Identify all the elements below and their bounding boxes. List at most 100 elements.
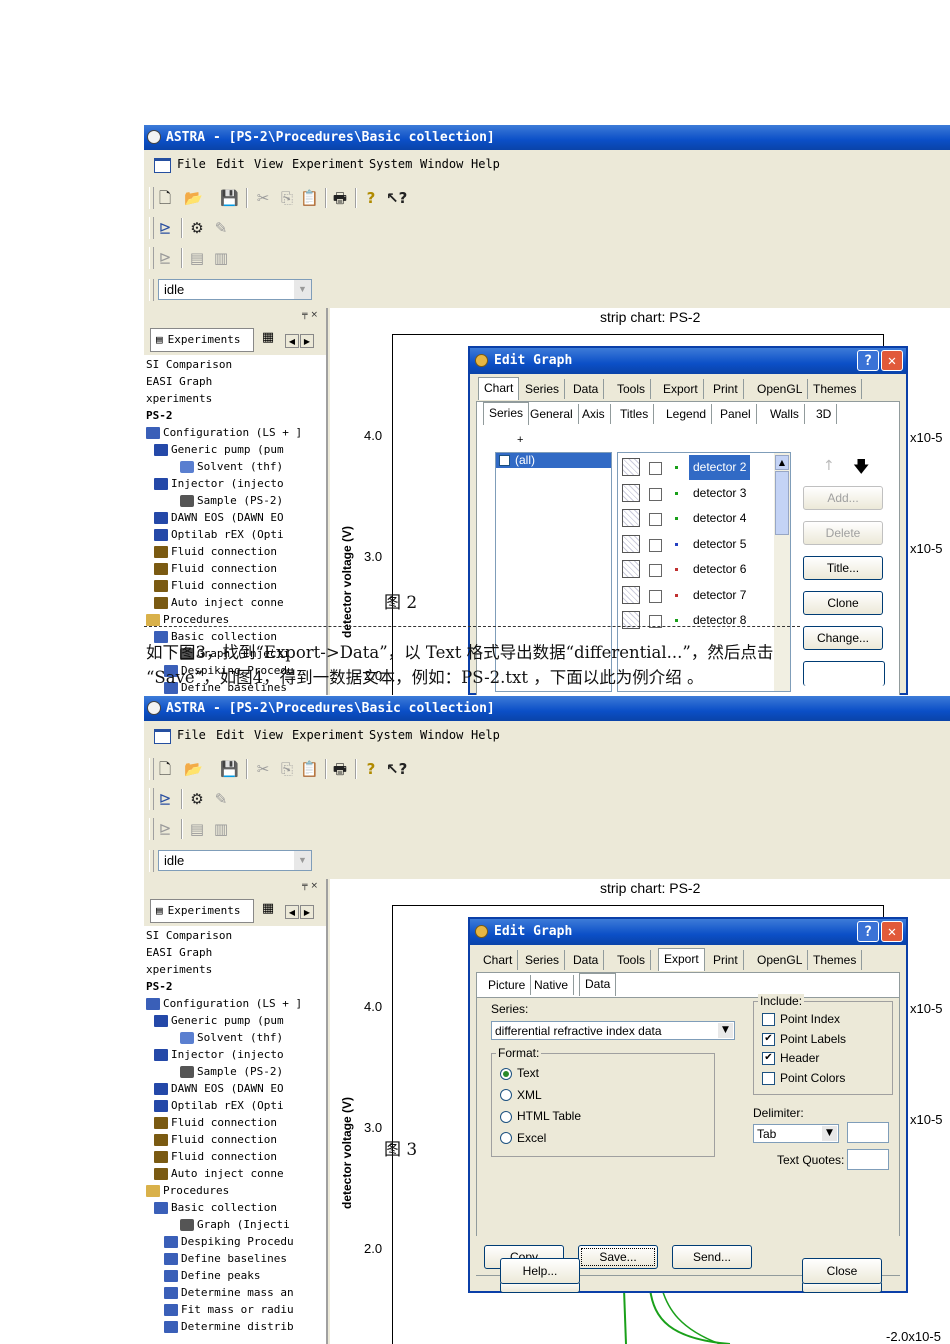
close-button-label[interactable]: Close <box>802 1258 882 1284</box>
delete-button[interactable]: Delete <box>803 521 883 545</box>
scroll-right-icon[interactable]: ▶ <box>300 905 314 919</box>
tree-item[interactable]: Configuration (LS + ] <box>146 995 302 1012</box>
tab-opengl[interactable]: OpenGL <box>752 950 809 970</box>
menu-view[interactable]: View <box>254 157 283 171</box>
tree-item[interactable]: DAWN EOS (DAWN EO <box>154 509 284 526</box>
tree-item[interactable]: Fluid connection <box>154 1148 277 1165</box>
status-combo[interactable]: idle ▼ <box>158 279 312 300</box>
tree-item[interactable]: Generic pump (pum <box>154 441 284 458</box>
configure-icon[interactable]: ⚙ <box>188 790 206 808</box>
tree-item[interactable]: Sample (PS-2) <box>180 492 283 509</box>
tree-item[interactable]: Auto inject conne <box>154 1165 284 1182</box>
context-help-icon[interactable]: ↖? <box>386 760 407 778</box>
include-checkbox-point-labels[interactable]: ✔ Point Labels <box>762 1032 846 1046</box>
series-row[interactable]: detector 4 <box>618 506 772 531</box>
run-icon[interactable]: ⊵ <box>156 790 174 808</box>
help-icon[interactable]: ? <box>362 760 380 778</box>
series-row[interactable]: detector 5 <box>618 532 772 557</box>
help-question-button[interactable]: ? <box>857 350 879 371</box>
paste-icon[interactable]: 📋 <box>300 760 319 778</box>
tab-themes[interactable]: Themes <box>808 950 863 970</box>
menu-edit[interactable]: Edit <box>216 157 245 171</box>
chevron-down-icon[interactable]: ▼ <box>718 1023 733 1038</box>
menu-system[interactable]: System <box>369 728 412 742</box>
edit-icon[interactable]: ✎ <box>212 219 230 237</box>
help-button-label[interactable]: Help... <box>500 1258 580 1284</box>
status-combo[interactable]: idle ▼ <box>158 850 312 871</box>
series-row[interactable]: detector 2 <box>618 455 772 480</box>
report-icon[interactable]: ▤ <box>188 820 206 838</box>
include-checkbox-point-index[interactable]: Point Index <box>762 1012 840 1027</box>
delimiter-custom-input[interactable] <box>847 1122 889 1143</box>
copy-icon[interactable]: ⎘ <box>278 760 296 778</box>
menu-experiment[interactable]: Experiment <box>292 157 364 171</box>
tab-picture[interactable]: Picture <box>483 975 532 995</box>
print-icon[interactable]: 🖶 <box>331 760 349 778</box>
help-icon[interactable]: ? <box>362 189 380 207</box>
tab-series[interactable]: Series <box>483 402 530 425</box>
list-item[interactable]: (all) <box>496 453 611 468</box>
tree-item[interactable]: Generic pump (pum <box>154 1012 284 1029</box>
move-up-icon[interactable]: ↑ <box>823 458 835 474</box>
tab-chart[interactable]: Chart <box>478 377 520 400</box>
tab-tools[interactable]: Tools <box>612 379 652 399</box>
add-small-icon[interactable]: + <box>517 434 523 446</box>
procedure-icon[interactable]: ⊵ <box>156 249 174 267</box>
add-button[interactable]: Add... <box>803 486 883 510</box>
send-button[interactable]: Send... <box>672 1245 752 1269</box>
tab-panel[interactable]: Panel <box>715 404 757 424</box>
delimiter-select[interactable]: Tab ▼ <box>753 1124 839 1143</box>
copy-icon[interactable]: ⎘ <box>278 189 296 207</box>
tree-item[interactable]: Fluid connection <box>154 1114 277 1131</box>
tree-item[interactable]: DAWN EOS (DAWN EO <box>154 1080 284 1097</box>
tab-data[interactable]: Data <box>568 950 605 970</box>
new-icon[interactable]: 🗋 <box>156 189 174 207</box>
tree-item[interactable]: SI Comparison <box>146 927 232 944</box>
tab-titles[interactable]: Titles <box>615 404 655 424</box>
save-button[interactable]: Save... <box>578 1245 658 1269</box>
open-icon[interactable]: 📂 <box>184 189 203 207</box>
remove-icon[interactable]: ▥ <box>212 249 230 267</box>
tab-data[interactable]: Data <box>568 379 605 399</box>
menu-system[interactable]: System <box>369 157 412 171</box>
tree-item[interactable]: Fluid connection <box>154 560 277 577</box>
tree-item[interactable]: Define peaks <box>164 1267 260 1284</box>
series-checkbox[interactable] <box>649 589 662 603</box>
menu-window[interactable]: Window <box>420 728 463 742</box>
menu-file[interactable]: File <box>177 728 206 742</box>
tab-3d[interactable]: 3D <box>811 404 838 424</box>
series-checkbox[interactable] <box>649 513 662 526</box>
cut-icon[interactable]: ✂ <box>254 189 272 207</box>
menu-file[interactable]: File <box>177 157 206 171</box>
close-icon[interactable]: ✕ <box>881 350 903 371</box>
format-radio-html-table[interactable]: HTML Table <box>500 1109 581 1123</box>
tree-item[interactable]: Determine distrib <box>164 1318 294 1335</box>
format-radio-text[interactable]: Text <box>500 1066 539 1080</box>
tab-general[interactable]: General <box>525 404 579 424</box>
procedure-icon[interactable]: ⊵ <box>156 820 174 838</box>
print-icon[interactable]: 🖶 <box>331 189 349 207</box>
tree-item[interactable]: Procedures <box>146 1182 229 1199</box>
tree-item[interactable]: EASI Graph <box>146 944 212 961</box>
series-checkbox[interactable] <box>649 487 662 501</box>
tab-native[interactable]: Native <box>529 975 575 995</box>
menu-view[interactable]: View <box>254 728 283 742</box>
tree-item[interactable]: Fluid connection <box>154 1131 277 1148</box>
tab-tools[interactable]: Tools <box>612 950 652 970</box>
scroll-right-icon[interactable]: ▶ <box>300 334 314 348</box>
menu-window[interactable]: Window <box>420 157 463 171</box>
report-icon[interactable]: ▤ <box>188 249 206 267</box>
change-button[interactable]: Change... <box>803 626 883 650</box>
tab-experiments[interactable]: ▤ Experiments <box>150 899 254 923</box>
tree-item[interactable]: EASI Graph <box>146 373 212 390</box>
pin-close-icon[interactable]: ╤ × <box>302 310 318 320</box>
tree-item[interactable]: Despiking Procedu <box>164 1233 294 1250</box>
format-radio-excel[interactable]: Excel <box>500 1131 546 1145</box>
run-icon[interactable]: ⊵ <box>156 219 174 237</box>
tree-item[interactable]: Fluid connection <box>154 543 277 560</box>
tree-item[interactable]: Basic collection <box>154 1199 277 1216</box>
tree-item[interactable]: Fluid connection <box>154 577 277 594</box>
configure-icon[interactable]: ⚙ <box>188 219 206 237</box>
paste-icon[interactable]: 📋 <box>300 189 319 207</box>
series-row[interactable]: detector 7 <box>618 583 772 608</box>
